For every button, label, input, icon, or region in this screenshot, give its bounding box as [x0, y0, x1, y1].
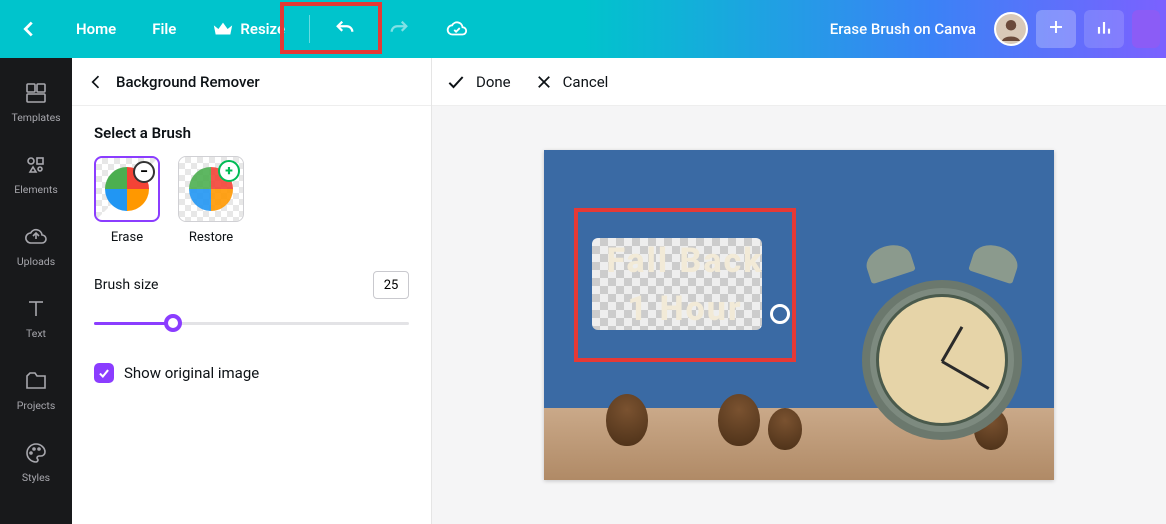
top-bar-left: Home File Resize [0, 0, 486, 58]
check-icon [446, 72, 466, 92]
rail-styles[interactable]: Styles [0, 426, 72, 498]
rail-elements[interactable]: Elements [0, 138, 72, 210]
minute-hand [941, 360, 989, 390]
done-button[interactable]: Done [446, 72, 511, 92]
top-bar: Home File Resize [0, 0, 1166, 58]
plus-icon [1047, 18, 1065, 40]
panel-header: Background Remover [72, 58, 431, 106]
design-text: Fall Back 1 Hour [576, 210, 794, 360]
divider [309, 15, 310, 43]
rail-elements-label: Elements [14, 183, 58, 196]
slider-thumb[interactable] [164, 314, 182, 332]
brush-option-restore[interactable]: + Restore [178, 156, 244, 245]
resize-label: Resize [240, 20, 285, 38]
brush-cursor-icon [770, 304, 790, 324]
redo-button[interactable] [372, 0, 426, 58]
panel-body: Select a Brush − Erase + Restore B [72, 106, 431, 401]
minus-icon: − [133, 161, 155, 183]
redo-icon [388, 18, 410, 40]
chevron-left-icon [18, 18, 40, 40]
clock-face [876, 294, 1008, 426]
rail-text[interactable]: Text [0, 282, 72, 354]
side-panel: Background Remover Select a Brush − Eras… [72, 58, 432, 524]
palette-icon [24, 441, 48, 465]
chevron-left-icon [86, 72, 106, 92]
design-text-line1: Fall Back [606, 241, 763, 281]
crown-icon [212, 18, 234, 40]
erase-caption: Erase [111, 230, 143, 245]
show-original-label: Show original image [124, 364, 259, 382]
templates-icon [24, 81, 48, 105]
rail-templates-label: Templates [11, 111, 60, 124]
clock-bell [862, 240, 916, 285]
bar-chart-icon [1094, 17, 1114, 41]
pinecone-decor [606, 394, 648, 446]
undo-icon [334, 18, 356, 40]
rail-uploads[interactable]: Uploads [0, 210, 72, 282]
clock-bell [968, 240, 1022, 285]
rail-styles-label: Styles [22, 471, 50, 484]
alarm-clock [852, 240, 1032, 450]
elements-icon [24, 153, 48, 177]
brush-options: − Erase + Restore [94, 156, 409, 245]
design-canvas[interactable]: Fall Back 1 Hour [544, 150, 1054, 480]
cloud-status-button[interactable] [428, 0, 486, 58]
brush-size-label: Brush size [94, 277, 158, 293]
erase-thumbnail: − [94, 156, 160, 222]
cancel-label: Cancel [563, 73, 609, 91]
close-icon [535, 73, 553, 91]
hour-hand [941, 326, 964, 362]
rail-text-label: Text [26, 327, 46, 340]
publish-button[interactable] [1132, 10, 1160, 48]
undo-button[interactable] [318, 0, 372, 58]
document-title[interactable]: Erase Brush on Canva [830, 20, 976, 38]
rail-projects-label: Projects [17, 399, 56, 412]
rail-uploads-label: Uploads [17, 255, 55, 268]
avatar[interactable] [994, 12, 1028, 46]
file-menu[interactable]: File [134, 0, 194, 58]
canvas-area[interactable]: Fall Back 1 Hour [432, 106, 1166, 524]
show-original-checkbox[interactable] [94, 363, 114, 383]
cancel-button[interactable]: Cancel [535, 73, 609, 91]
action-bar: Done Cancel [432, 58, 1166, 106]
pinecone-decor [768, 408, 802, 450]
rail-projects[interactable]: Projects [0, 354, 72, 426]
pinecone-decor [718, 394, 760, 446]
design-text-line2: 1 Hour [628, 289, 743, 329]
panel-back-button[interactable] [84, 70, 108, 94]
folder-icon [24, 369, 48, 393]
analytics-button[interactable] [1084, 10, 1124, 48]
resize-button[interactable]: Resize [194, 0, 303, 58]
uploads-icon [24, 225, 48, 249]
show-original-row: Show original image [94, 363, 409, 383]
select-brush-heading: Select a Brush [94, 124, 409, 142]
done-label: Done [476, 73, 511, 91]
brush-size-slider[interactable] [94, 311, 409, 335]
home-button[interactable]: Home [58, 0, 134, 58]
brush-option-erase[interactable]: − Erase [94, 156, 160, 245]
panel-title: Background Remover [116, 73, 260, 91]
erased-region: Fall Back 1 Hour [576, 210, 794, 360]
restore-caption: Restore [189, 230, 233, 245]
text-icon [24, 297, 48, 321]
slider-fill [94, 322, 173, 325]
brush-size-input[interactable] [373, 271, 409, 299]
plus-icon: + [218, 160, 240, 182]
brush-size-row: Brush size [94, 271, 409, 299]
rail-templates[interactable]: Templates [0, 66, 72, 138]
check-icon [97, 366, 111, 380]
top-bar-right: Erase Brush on Canva [830, 0, 1166, 58]
restore-thumbnail: + [178, 156, 244, 222]
back-arrow-button[interactable] [0, 0, 58, 58]
cloud-check-icon [446, 18, 468, 40]
add-member-button[interactable] [1036, 10, 1076, 48]
left-rail: Templates Elements Uploads Text Projects… [0, 58, 72, 524]
undo-redo-group [316, 0, 428, 58]
